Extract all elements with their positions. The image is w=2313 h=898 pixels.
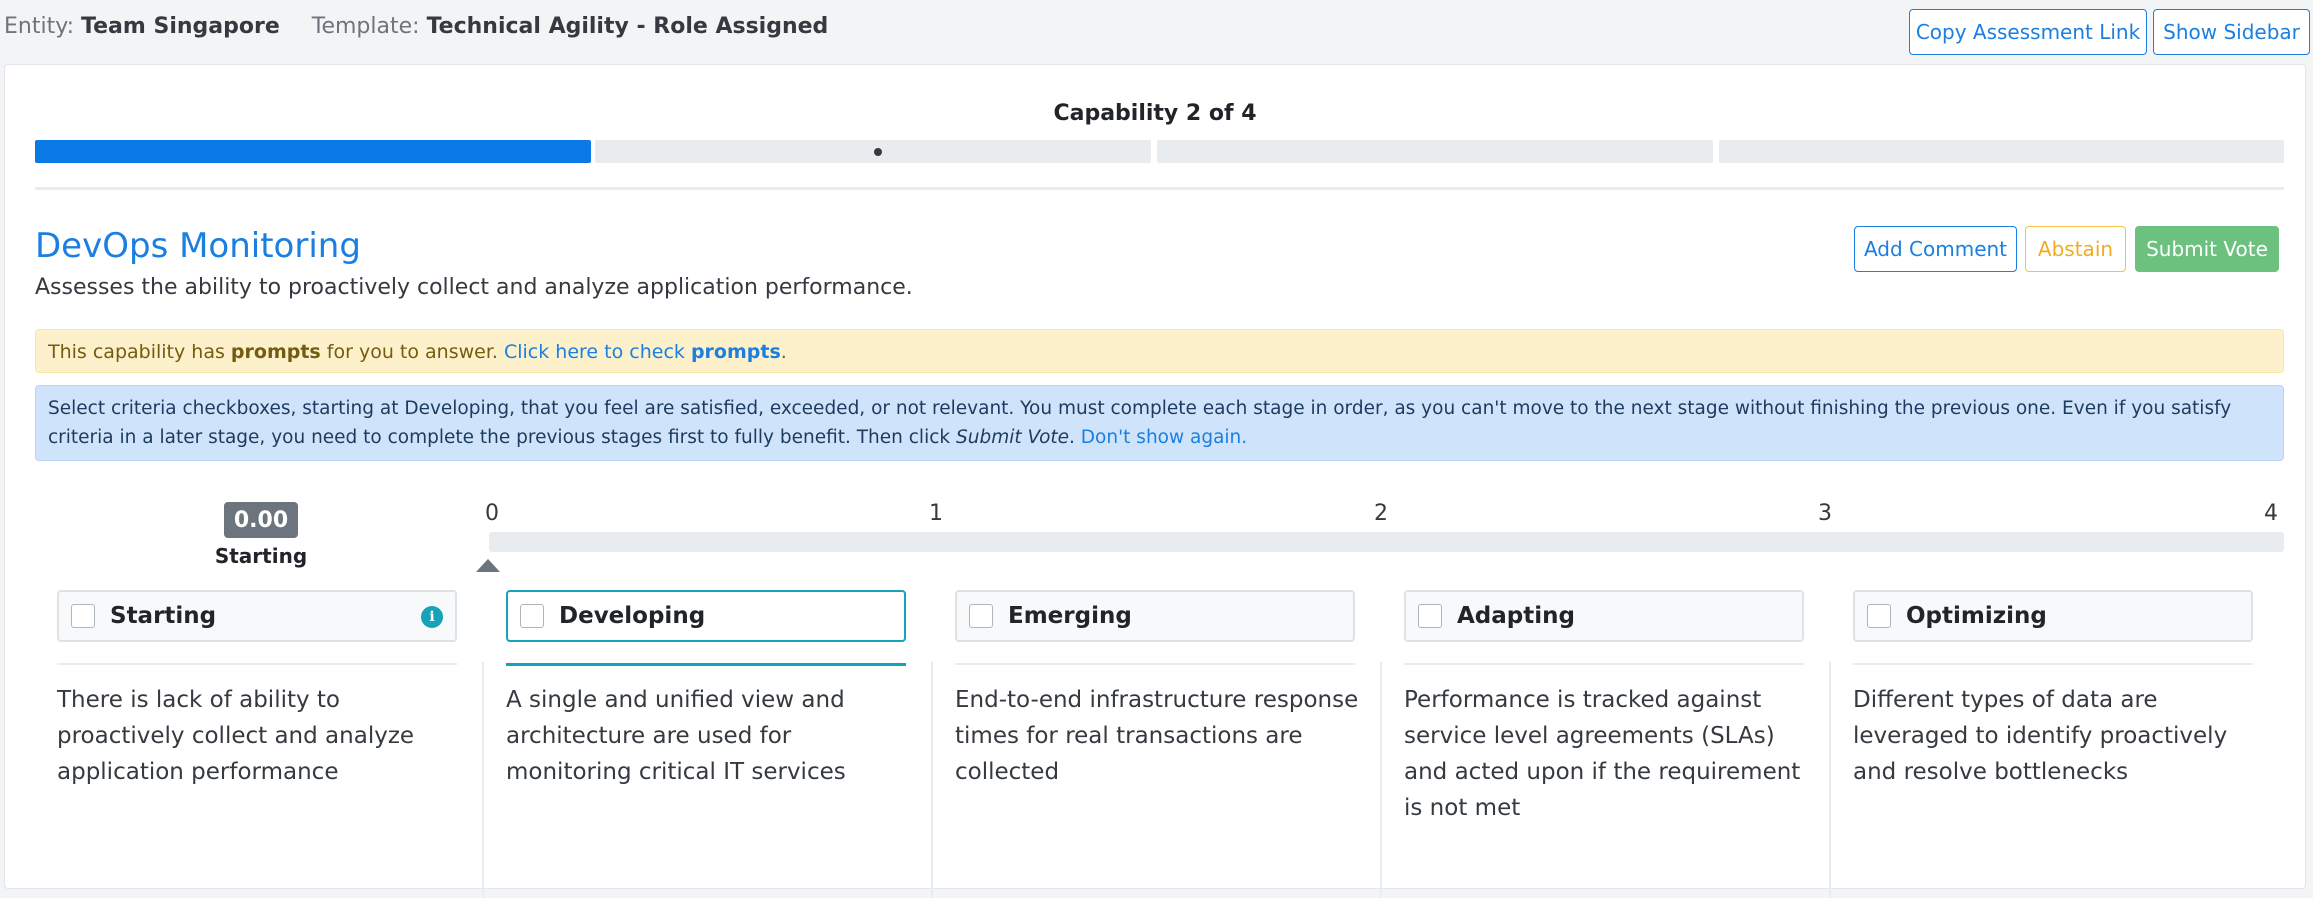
stage-header-developing[interactable]: Developing	[506, 590, 906, 642]
capability-progress-title: Capability 2 of 4	[1053, 101, 1257, 126]
stage-column-divider	[1829, 662, 1831, 898]
stage-checkbox-optimizing[interactable]	[1867, 604, 1891, 628]
assessment-card: Capability 2 of 4 DevOps Monitoring Asse…	[4, 64, 2306, 898]
stage-divider	[57, 663, 457, 665]
show-sidebar-button[interactable]: Show Sidebar	[2153, 9, 2310, 55]
capability-description: Assesses the ability to proactively coll…	[35, 275, 913, 300]
score-scale-bar	[489, 532, 2284, 552]
scale-tick-2: 2	[1374, 501, 1388, 526]
stage-optimizing: Optimizing Different types of data are l…	[1853, 590, 2253, 898]
stage-developing: Developing A single and unified view and…	[506, 590, 906, 898]
current-position-dot	[874, 148, 882, 156]
score-stage-label: Starting	[214, 544, 308, 568]
submit-vote-button[interactable]: Submit Vote	[2135, 226, 2279, 272]
instructions-alert: Select criteria checkboxes, starting at …	[35, 385, 2284, 461]
scale-tick-1: 1	[929, 501, 943, 526]
stage-checkbox-developing[interactable]	[520, 604, 544, 628]
scale-tick-0: 0	[485, 501, 499, 526]
stage-name: Optimizing	[1906, 603, 2047, 629]
stage-column-divider	[931, 662, 933, 898]
progress-segment-1[interactable]	[35, 140, 591, 163]
add-comment-button[interactable]: Add Comment	[1854, 226, 2017, 272]
capability-name: DevOps Monitoring	[35, 226, 361, 266]
stage-checkbox-adapting[interactable]	[1418, 604, 1442, 628]
score-marker-icon	[476, 559, 500, 572]
scale-tick-3: 3	[1818, 501, 1832, 526]
dont-show-again-link[interactable]: Don't show again.	[1081, 427, 1247, 448]
stage-name: Developing	[559, 603, 706, 629]
stage-checkbox-emerging[interactable]	[969, 604, 993, 628]
stage-header-optimizing[interactable]: Optimizing	[1853, 590, 2253, 642]
stage-criteria-text: End-to-end infrastructure response times…	[955, 687, 1359, 785]
stage-divider	[955, 663, 1355, 665]
score-badge: 0.00	[224, 502, 298, 538]
stage-divider	[506, 663, 906, 666]
stage-divider	[1404, 663, 1804, 665]
stage-criteria-text: There is lack of ability to proactively …	[57, 687, 415, 785]
template-label: Template:	[311, 14, 420, 39]
info-icon[interactable]: i	[421, 606, 443, 628]
stage-header-starting[interactable]: Starting i	[57, 590, 457, 642]
stage-emerging: Emerging End-to-end infrastructure respo…	[955, 590, 1358, 898]
stage-criteria-text: Performance is tracked against service l…	[1404, 687, 1801, 821]
stage-starting: Starting i There is lack of ability to p…	[57, 590, 457, 898]
stage-criteria-text: Different types of data are leveraged to…	[1853, 687, 2228, 785]
divider	[35, 187, 2284, 190]
prompts-alert: This capability has prompts for you to a…	[35, 329, 2284, 373]
check-prompts-link[interactable]: Click here to check prompts	[504, 341, 781, 363]
progress-segment-4[interactable]	[1719, 140, 2284, 163]
capability-progress-bar	[35, 140, 2284, 163]
entity-label: Entity:	[4, 14, 75, 39]
stage-column-divider	[482, 662, 484, 898]
stage-column-divider	[1380, 662, 1382, 898]
stage-name: Adapting	[1457, 603, 1575, 629]
stage-adapting: Adapting Performance is tracked against …	[1404, 590, 1804, 898]
stage-criteria-text: A single and unified view and architectu…	[506, 687, 846, 785]
progress-segment-3[interactable]	[1157, 140, 1713, 163]
progress-segment-2[interactable]	[595, 140, 1151, 163]
abstain-button[interactable]: Abstain	[2025, 226, 2126, 272]
entity-template-line: Entity: Team Singapore Template: Technic…	[4, 14, 828, 39]
entity-value: Team Singapore	[81, 14, 280, 39]
stage-checkbox-starting[interactable]	[71, 604, 95, 628]
top-bar: Entity: Team Singapore Template: Technic…	[0, 0, 2313, 64]
stage-header-emerging[interactable]: Emerging	[955, 590, 1355, 642]
stage-divider	[1853, 663, 2253, 665]
template-value: Technical Agility - Role Assigned	[426, 14, 829, 39]
stage-name: Emerging	[1008, 603, 1132, 629]
copy-assessment-link-button[interactable]: Copy Assessment Link	[1909, 9, 2147, 55]
stage-header-adapting[interactable]: Adapting	[1404, 590, 1804, 642]
stage-name: Starting	[110, 603, 217, 629]
scale-tick-4: 4	[2264, 501, 2278, 526]
